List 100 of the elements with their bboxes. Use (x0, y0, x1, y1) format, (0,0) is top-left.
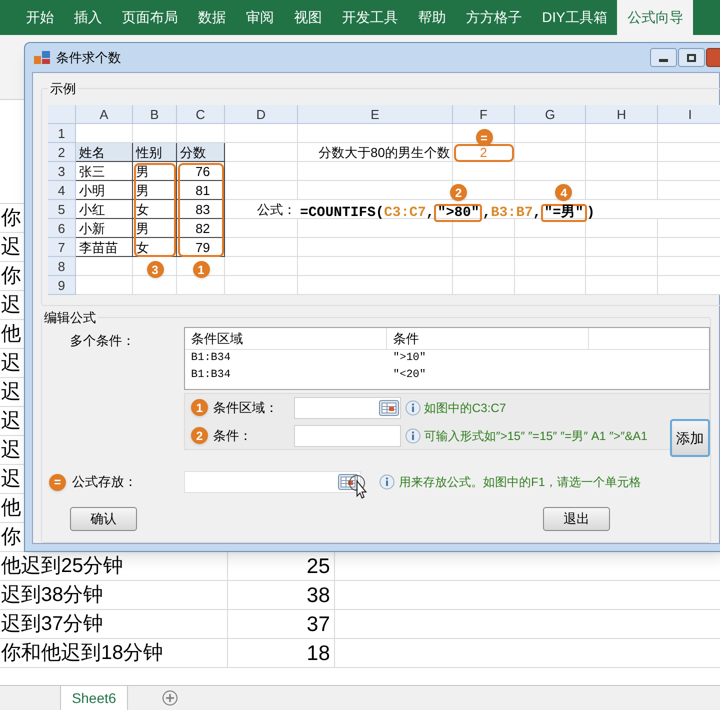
conditions-list[interactable]: 条件区域 条件 B1:B34 ″>10″ B1:B34 ″<20″ (184, 327, 710, 390)
grid-cell (586, 256, 658, 276)
ribbon-tab[interactable]: 数据 (188, 0, 236, 35)
grid-cell (76, 256, 133, 276)
table-cell: 张三 (76, 162, 133, 180)
grid-cell (515, 238, 586, 256)
hint-text: 如图中的C3:C7 (424, 400, 506, 416)
column-header[interactable]: C (177, 104, 225, 124)
step-badge: 1 (192, 261, 210, 278)
sheet-cell: 37 (228, 610, 335, 638)
ribbon-tab[interactable]: 审阅 (236, 0, 284, 35)
minimize-button[interactable] (650, 48, 677, 67)
hint-text: 用来存放公式。如图中的F1，请选一个单元格 (399, 474, 642, 491)
ribbon-tab[interactable]: 开发工具 (332, 0, 408, 35)
list-cell: B1:B34 (191, 352, 231, 364)
info-icon (405, 400, 421, 416)
table-cell: 82 (177, 218, 225, 238)
table-cell: 男 (133, 162, 177, 180)
input-field[interactable] (294, 424, 401, 446)
column-header[interactable]: A (76, 104, 133, 124)
sheet-cell: 38 (228, 581, 335, 609)
table-cell: 男 (133, 218, 177, 238)
header-cell: 性别 (133, 142, 177, 162)
ribbon-tab[interactable]: 页面布局 (112, 0, 188, 35)
add-sheet-icon[interactable] (162, 690, 178, 706)
info-icon (379, 474, 395, 490)
column-header[interactable]: F (453, 104, 515, 124)
grid-cell (586, 142, 658, 162)
ribbon-tab[interactable]: 插入 (64, 0, 112, 35)
table-cell: 小明 (76, 180, 133, 200)
step-badge: 2 (450, 184, 467, 201)
confirm-button[interactable]: 确认 (70, 507, 137, 531)
list-cell: ″<20″ (393, 369, 426, 381)
row-header: 9 (48, 276, 76, 294)
grid-cell (586, 276, 658, 294)
grid-cell (453, 276, 515, 294)
grid-cell (76, 276, 133, 294)
ribbon-tab[interactable]: DIY工具箱 (532, 0, 618, 35)
hint-text: 可输入形式如″>15″ ″=15″ ″=男″ A1 ″>″&A1 (424, 428, 648, 444)
list-header: 条件 (393, 331, 419, 346)
step-badge: 2 (191, 427, 208, 444)
ribbon-tab[interactable]: 帮助 (408, 0, 456, 35)
info-icon (405, 428, 421, 444)
add-button[interactable]: 添加 (670, 419, 710, 457)
table-cell: 小新 (76, 218, 133, 238)
ribbon-tab[interactable]: 方方格子 (456, 0, 532, 35)
table-cell: 83 (177, 200, 225, 218)
sheet-cell: 18 (228, 639, 335, 667)
table-cell: 女 (133, 200, 177, 218)
header-cell: 分数 (177, 142, 225, 162)
table-cell: 男 (133, 180, 177, 200)
header-cell: 姓名 (76, 142, 133, 162)
column-header[interactable]: H (586, 104, 658, 124)
list-cell: ″>10″ (393, 352, 426, 364)
row-header: 7 (48, 238, 76, 256)
grid-cell (453, 256, 515, 276)
question-cell: 分数大于80的男生个数 (298, 142, 453, 162)
step-badge: = (49, 474, 66, 491)
sheet-cell: 迟到37分钟 (0, 610, 228, 638)
column-header[interactable]: B (133, 104, 177, 124)
sheet-cell: 你和他迟到18分钟 (0, 639, 228, 667)
step-badge: 1 (191, 399, 208, 416)
sheet-cell: 迟到38分钟 (0, 581, 228, 609)
maximize-button[interactable] (678, 48, 705, 67)
row-header: 1 (48, 124, 76, 142)
row-header: 4 (48, 180, 76, 200)
grid-cell (515, 276, 586, 294)
row-header: 2 (48, 142, 76, 162)
grid-cell (515, 256, 586, 276)
field-label: 多个条件： (70, 333, 135, 348)
table-cell: 76 (177, 162, 225, 180)
row-header: 3 (48, 162, 76, 180)
sheet-tab[interactable]: Sheet6 (60, 686, 128, 710)
table-cell: 李苗苗 (76, 238, 133, 256)
grid-cell (453, 162, 515, 180)
column-header[interactable]: E (298, 104, 453, 124)
grid-cell (586, 162, 658, 180)
ribbon-tab[interactable]: 视图 (284, 0, 332, 35)
field-label: 公式存放： (71, 473, 138, 492)
grid-cell (515, 124, 586, 142)
exit-button[interactable]: 退出 (543, 507, 610, 531)
table-cell: 81 (177, 180, 225, 200)
ribbon-tab[interactable]: 公式向导 (617, 0, 694, 35)
column-header[interactable]: D (225, 104, 298, 124)
column-header[interactable]: G (515, 104, 586, 124)
row-header: 5 (48, 200, 76, 218)
step-badge: = (476, 129, 492, 146)
input-field[interactable] (294, 396, 401, 418)
range-picker-icon[interactable] (338, 474, 358, 490)
table-cell: 79 (177, 238, 225, 256)
table-cell: 小红 (76, 200, 133, 218)
grid-cell (586, 124, 658, 142)
input-field[interactable] (184, 471, 361, 493)
column-header[interactable]: I (658, 104, 720, 124)
step-badge: 3 (146, 261, 164, 278)
step-badge: 4 (555, 184, 572, 201)
ribbon-tab[interactable]: 开始 (16, 0, 64, 35)
grid-cell (515, 142, 586, 162)
cursor-icon (349, 475, 369, 499)
grid-cell (515, 218, 586, 238)
